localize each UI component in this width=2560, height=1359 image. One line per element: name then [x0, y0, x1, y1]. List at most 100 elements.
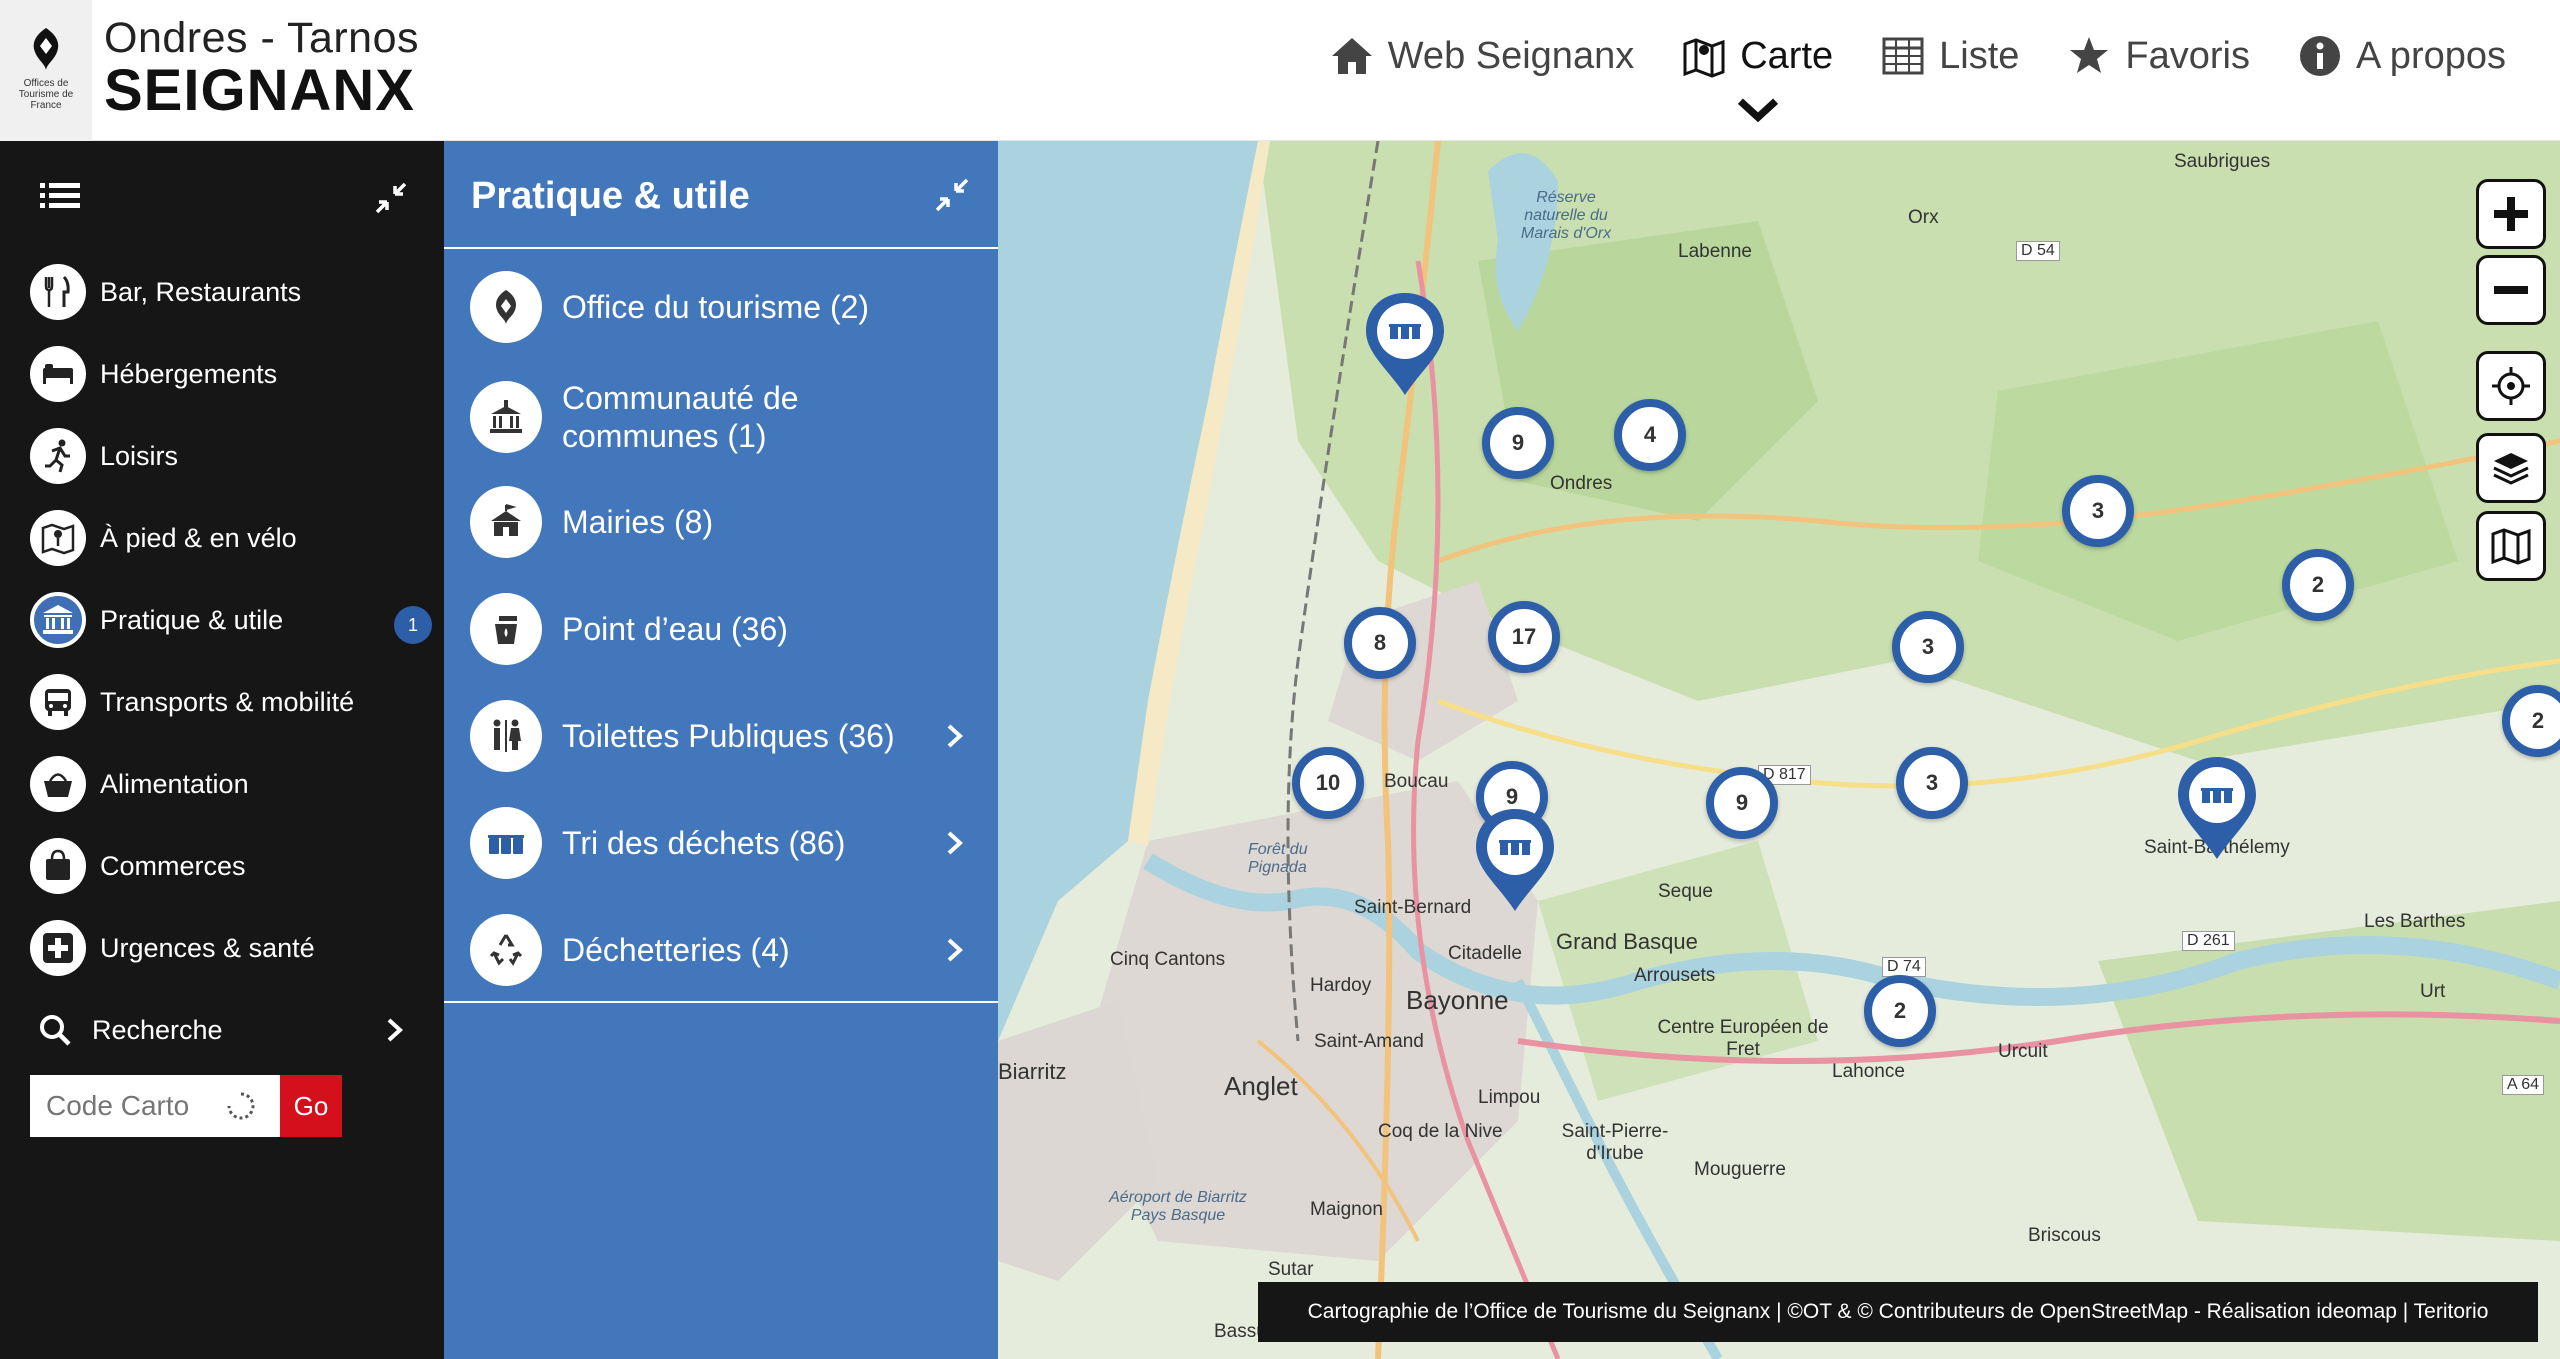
recycling-point-marker[interactable] [2174, 753, 2260, 863]
map-style-button[interactable] [2476, 511, 2546, 581]
sidebar-item-commerces[interactable]: Commerces [0, 825, 444, 907]
cutlery-icon [44, 275, 70, 307]
recycling-bins-icon [488, 835, 524, 854]
geolocate-button[interactable] [2476, 351, 2546, 421]
nav-favoris[interactable]: Favoris [2043, 26, 2274, 86]
sidebar-item-bar-restaurants[interactable]: Bar, Restaurants [0, 251, 444, 333]
sidebar-item-transports[interactable]: Transports & mobilité [0, 661, 444, 743]
sidebar-item-alimentation[interactable]: Alimentation [0, 743, 444, 825]
map-cluster[interactable]: 3 [1892, 611, 1964, 683]
map-label: Sutar [1268, 1259, 1314, 1280]
minus-icon [2494, 286, 2528, 294]
map-label: Saint-Bernard [1354, 897, 1472, 918]
panel-item-communaute-communes[interactable]: Communauté de communes (1) [444, 369, 998, 465]
map-label: Grand Basque [1556, 929, 1698, 954]
sidebar-item-label: Pratique & utile [100, 604, 284, 635]
offices-de-tourisme-logo[interactable]: Offices de Tourisme de France [0, 0, 92, 141]
map-label: Coq de la Nive [1378, 1121, 1503, 1142]
top-navigation: Web Seignanx Carte Liste Favoris A propo… [1306, 26, 2530, 123]
sidebar-item-label: Urgences & santé [100, 932, 315, 963]
crosshair-icon [2492, 367, 2530, 405]
panel-item-tri-dechets[interactable]: Tri des déchets (86) [444, 801, 998, 885]
map-cluster[interactable]: 4 [1614, 399, 1686, 471]
map-label: Boucau [1384, 771, 1449, 792]
map-view[interactable]: Saubrigues Orx Réserve naturelle du Mara… [998, 141, 2560, 1359]
sidebar-item-pratique-utile[interactable]: Pratique & utile 1 [0, 579, 444, 661]
map-label: Briscous [2028, 1225, 2101, 1246]
map-label: D 74 [1882, 957, 1926, 977]
map-label: Bayonne [1406, 985, 1509, 1015]
sidebar-item-urgences-sante[interactable]: Urgences & santé [0, 907, 444, 989]
plus-icon [2494, 197, 2528, 231]
panel-item-label: Point d’eau (36) [562, 611, 788, 647]
map-label: Citadelle [1448, 943, 1522, 964]
panel-item-toilettes[interactable]: Toilettes Publiques (36) [444, 694, 998, 778]
go-button[interactable]: Go [280, 1075, 342, 1137]
map-cluster[interactable]: 2 [2282, 549, 2354, 621]
sidebar-item-a-pied-velo[interactable]: À pied & en vélo [0, 497, 444, 579]
map-label: D 261 [2182, 931, 2235, 951]
panel-item-label: Communauté de communes (1) [562, 380, 799, 454]
town-hall-icon [490, 400, 522, 433]
basket-icon [44, 773, 72, 797]
recycling-point-marker[interactable] [1472, 805, 1558, 915]
map-label: Réserve naturelle du Marais d'Orx [1520, 189, 1612, 242]
collapse-icon[interactable] [374, 181, 408, 215]
layers-button[interactable] [2476, 433, 2546, 503]
sidebar-item-label: Alimentation [100, 768, 249, 799]
sidebar-item-hebergements[interactable]: Hébergements [0, 333, 444, 415]
nav-web-seignanx[interactable]: Web Seignanx [1306, 26, 1658, 86]
map-cluster[interactable]: 10 [1292, 747, 1364, 819]
map-cluster[interactable]: 9 [1482, 407, 1554, 479]
brand-subtitle: Ondres - Tarnos [104, 14, 420, 62]
map-cluster[interactable]: 3 [1896, 747, 1968, 819]
search-toggle[interactable]: Recherche [0, 989, 444, 1071]
map-label: Urt [2420, 981, 2446, 1002]
map-cluster[interactable]: 17 [1488, 601, 1560, 673]
category-sidebar: Bar, Restaurants Hébergements Loisirs À … [0, 141, 444, 1359]
panel-item-dechetteries[interactable]: Déchetteries (4) [444, 908, 998, 992]
zoom-in-button[interactable] [2476, 179, 2546, 249]
map-label: Limpou [1478, 1087, 1541, 1108]
sidebar-item-label: Hébergements [100, 358, 278, 389]
map-cluster[interactable]: 3 [2062, 475, 2134, 547]
panel-item-label: Tri des déchets (86) [562, 825, 846, 861]
app-header: Offices de Tourisme de France Ondres - T… [0, 0, 2560, 141]
nav-label: Carte [1740, 34, 1834, 77]
map-label: Maignon [1310, 1199, 1383, 1220]
map-label: Anglet [1224, 1071, 1298, 1101]
nav-liste[interactable]: Liste [1857, 26, 2043, 86]
zoom-out-button[interactable] [2476, 255, 2546, 325]
subcategory-panel: Pratique & utile Office du tourisme (2) … [444, 141, 998, 1359]
map-cluster[interactable]: 8 [1344, 607, 1416, 679]
map-label: Arrousets [1634, 965, 1716, 986]
map-label: Labenne [1678, 241, 1752, 262]
panel-item-mairies[interactable]: Mairies (8) [444, 480, 998, 564]
panel-item-office-tourisme[interactable]: Office du tourisme (2) [444, 265, 998, 349]
panel-item-point-eau[interactable]: Point d’eau (36) [444, 587, 998, 671]
map-label: Saint-Amand [1314, 1031, 1424, 1052]
panel-item-label: Déchetteries (4) [562, 932, 790, 968]
nav-a-propos[interactable]: A propos [2274, 26, 2530, 86]
running-icon [45, 439, 70, 473]
panel-item-label: Office du tourisme (2) [562, 289, 870, 325]
brand[interactable]: Ondres - Tarnos SEIGNANX [104, 14, 420, 120]
map-label: Ondres [1550, 473, 1613, 494]
logo-caption: Offices de Tourisme de France [18, 78, 74, 111]
recycle-icon [489, 934, 523, 966]
recycling-point-marker[interactable] [1362, 289, 1448, 399]
mairie-icon [491, 504, 521, 536]
nav-carte[interactable]: Carte [1658, 26, 1857, 123]
map-cluster[interactable]: 2 [1864, 975, 1936, 1047]
collapse-icon[interactable] [934, 177, 970, 213]
panel-item-label: Toilettes Publiques (36) [562, 718, 895, 754]
spinner-icon [227, 1092, 255, 1120]
hiking-map-icon [41, 523, 75, 555]
sidebar-item-loisirs[interactable]: Loisirs [0, 415, 444, 497]
list-icon[interactable] [40, 181, 80, 211]
sidebar-item-label: Bar, Restaurants [100, 276, 302, 307]
sidebar-item-label: À pied & en vélo [100, 522, 297, 553]
info-icon [2300, 36, 2340, 76]
map-cluster[interactable]: 9 [1706, 767, 1778, 839]
chevron-right-icon [947, 831, 963, 855]
